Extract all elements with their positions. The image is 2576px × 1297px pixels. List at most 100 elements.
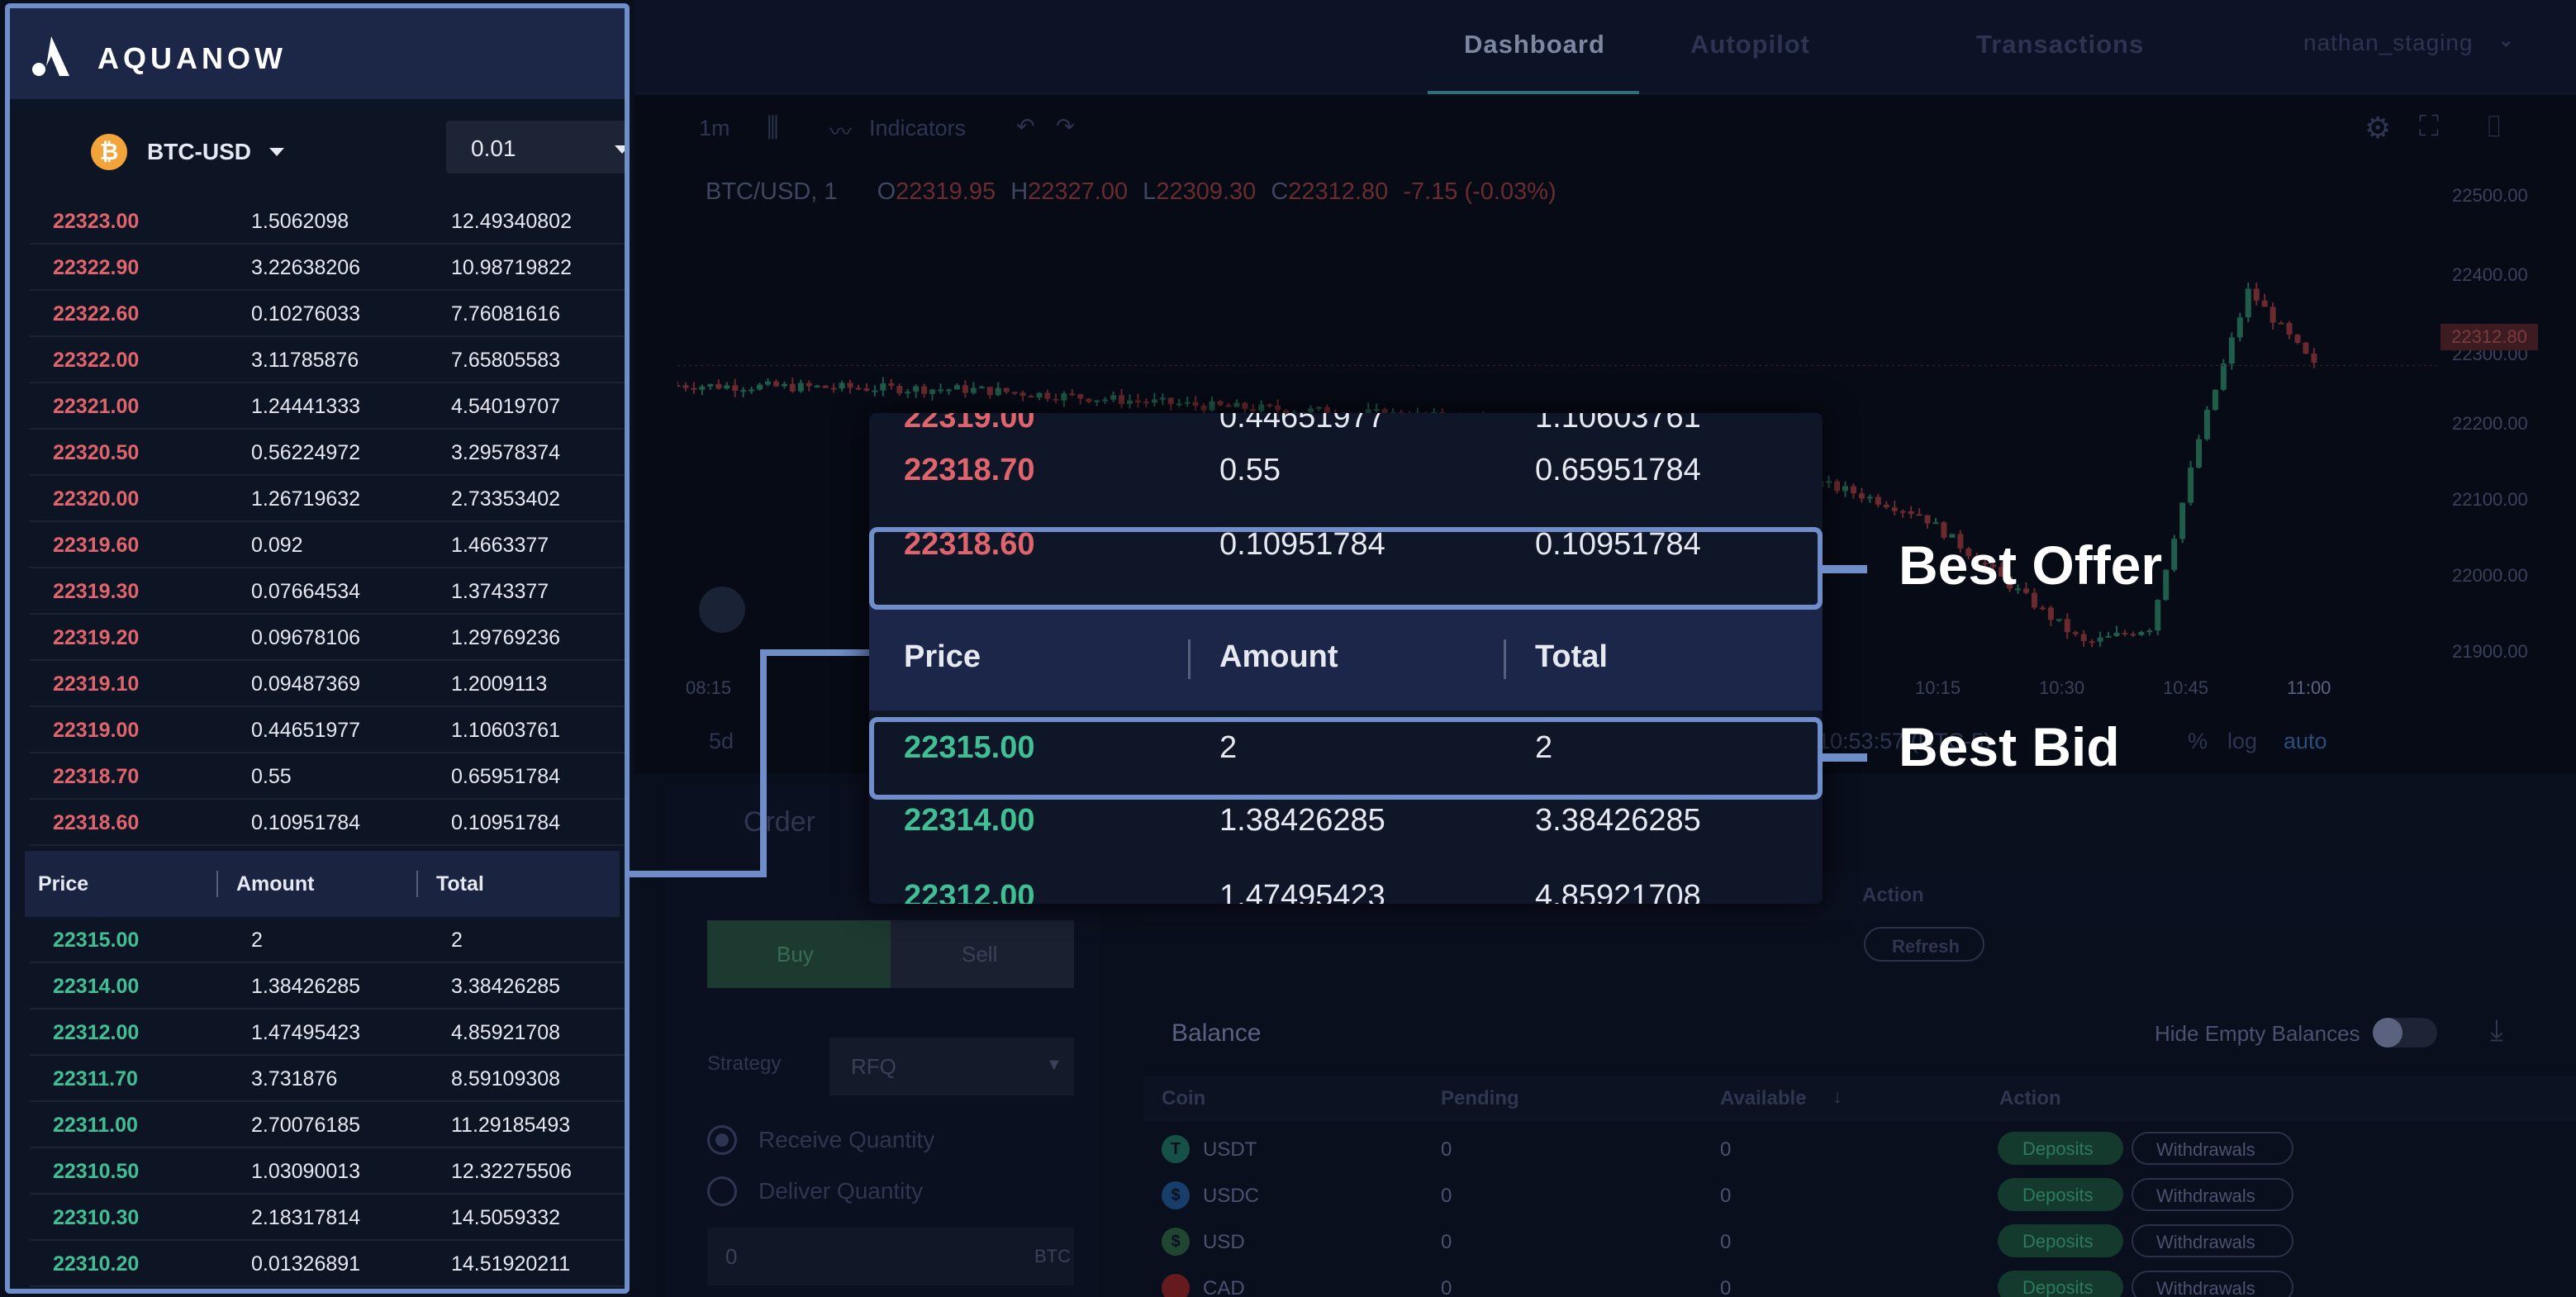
last-price-tag: 22312.80 xyxy=(2441,324,2538,350)
hide-empty-toggle[interactable] xyxy=(2373,1018,2437,1048)
deposits-button[interactable]: Deposits xyxy=(1998,1132,2123,1165)
amount-cell: 1.26719632 xyxy=(251,487,361,511)
tab-autopilot[interactable]: Autopilot xyxy=(1690,30,1810,59)
bid-row[interactable]: 22314.00 1.38426285 3.38426285 xyxy=(30,963,625,1010)
candle-body xyxy=(715,383,722,389)
amount-cell: 0.01326891 xyxy=(251,1252,361,1276)
deposits-button[interactable]: Deposits xyxy=(1998,1178,2123,1211)
balance-row: T USDT 0 0 Deposits Withdrawals xyxy=(1143,1125,2576,1171)
bid-row[interactable]: 22311.70 3.731876 8.59109308 xyxy=(30,1056,625,1102)
candle-body xyxy=(2056,619,2062,621)
bid-row[interactable]: 22310.20 0.01326891 14.51920211 xyxy=(30,1241,625,1287)
size-value: 0.01 xyxy=(471,135,516,161)
download-icon[interactable]: ⤓ xyxy=(2490,1013,2503,1048)
ask-row[interactable]: 22319.60 0.092 1.4663377 xyxy=(30,522,625,568)
percent-toggle[interactable]: % xyxy=(2188,729,2208,754)
ask-row[interactable]: 22322.00 3.11785876 7.65805583 xyxy=(30,337,625,383)
candle-body xyxy=(1916,514,1922,516)
range-5d[interactable]: 5d xyxy=(709,729,734,754)
coin-name: USDT xyxy=(1203,1138,1257,1161)
total-cell: 4.85921708 xyxy=(451,1021,561,1044)
bid-row[interactable]: 22311.00 2.70076185 11.29185493 xyxy=(30,1102,625,1148)
candle-body xyxy=(913,386,920,392)
candle-body xyxy=(757,384,763,390)
candle-body xyxy=(2203,410,2210,439)
available-value: 0 xyxy=(1720,1185,1732,1207)
total-cell: 4.85921708 xyxy=(1535,879,1701,904)
zoom-column-header: Price Amount Total xyxy=(869,605,1823,710)
bid-row[interactable]: 22315.00 2 2 xyxy=(30,917,625,963)
redo-icon[interactable]: ↷ xyxy=(1056,114,1075,140)
ask-row[interactable]: 22320.50 0.56224972 3.29578374 xyxy=(30,430,625,476)
candle-body xyxy=(2294,335,2301,343)
price-cell: 22310.50 xyxy=(53,1160,140,1183)
price-cell: 22312.00 xyxy=(904,879,1035,904)
auto-toggle[interactable]: auto xyxy=(2284,729,2327,754)
bid-row[interactable]: 22312.00 1.47495423 4.85921708 xyxy=(30,1010,625,1056)
ask-row[interactable]: 22319.00 0.44651977 1.10603761 xyxy=(30,707,625,753)
candle-body xyxy=(1003,387,1010,392)
withdrawals-button[interactable]: Withdrawals xyxy=(2132,1224,2293,1257)
indicators-button[interactable]: Indicators xyxy=(869,116,966,141)
candle-body xyxy=(806,382,812,387)
amount-input[interactable]: 0 BTC xyxy=(707,1228,1074,1285)
x-tick: 08:15 xyxy=(686,677,732,698)
ask-row[interactable]: 22319.30 0.07664534 1.3743377 xyxy=(30,568,625,615)
candle-body xyxy=(1267,404,1273,406)
withdrawals-button[interactable]: Withdrawals xyxy=(2132,1271,2293,1297)
pair-label: BTC-USD xyxy=(147,139,251,164)
candle-body xyxy=(880,383,886,391)
ask-row[interactable]: 22320.00 1.26719632 2.73353402 xyxy=(30,476,625,522)
price-cell: 22318.70 xyxy=(53,765,140,788)
withdrawals-button[interactable]: Withdrawals xyxy=(2132,1132,2293,1165)
total-cell: 1.29769236 xyxy=(451,626,561,649)
ask-row[interactable]: 22318.60 0.10951784 0.10951784 xyxy=(30,800,625,846)
y-tick: 22500.00 xyxy=(2452,185,2528,206)
buy-button[interactable]: Buy xyxy=(707,920,891,988)
refresh-button[interactable]: Refresh xyxy=(1864,927,1984,962)
ask-row[interactable]: 22322.60 0.10276033 7.76081616 xyxy=(30,291,625,337)
camera-icon[interactable]: ⌷ xyxy=(2485,109,2503,145)
candle-body xyxy=(691,387,697,390)
log-toggle[interactable]: log xyxy=(2227,729,2257,754)
chevron-down-icon[interactable]: ⌄ xyxy=(2498,30,2514,51)
gear-icon[interactable]: ⚙ xyxy=(2365,111,2391,145)
fullscreen-icon[interactable]: ⛶ xyxy=(2419,111,2439,143)
ask-row[interactable]: 22319.20 0.09678106 1.29769236 xyxy=(30,615,625,661)
total-cell: 3.38426285 xyxy=(1535,803,1701,838)
user-menu[interactable]: nathan_staging xyxy=(2303,30,2474,56)
total-cell: 7.76081616 xyxy=(451,302,561,325)
ask-row[interactable]: 22318.70 0.55 0.65951784 xyxy=(30,753,625,800)
pair-selector[interactable]: ₿ BTC-USD xyxy=(91,132,284,172)
amount-cell: 1.03090013 xyxy=(251,1160,361,1183)
withdrawals-button[interactable]: Withdrawals xyxy=(2132,1178,2293,1211)
size-select[interactable]: 0.01 xyxy=(446,121,625,173)
sell-button[interactable]: Sell xyxy=(891,920,1074,988)
x-tick: 10:45 xyxy=(2163,677,2209,698)
candle-body xyxy=(1069,393,1076,396)
sort-arrow-icon[interactable]: ↓ xyxy=(1832,1086,1842,1109)
deliver-radio[interactable] xyxy=(707,1176,737,1206)
ask-row[interactable]: 22321.00 1.24441333 4.54019707 xyxy=(30,383,625,430)
bid-row[interactable]: 22310.30 2.18317814 14.5059332 xyxy=(30,1195,625,1241)
deposits-button[interactable]: Deposits xyxy=(1998,1271,2123,1297)
candle-body xyxy=(2245,288,2251,318)
total-cell: 2.73353402 xyxy=(451,487,561,511)
tab-transactions[interactable]: Transactions xyxy=(1976,30,2144,59)
amount-cell: 0.07664534 xyxy=(251,580,361,603)
ask-row[interactable]: 22323.00 1.5062098 12.49340802 xyxy=(30,198,625,245)
ask-row[interactable]: 22322.90 3.22638206 10.98719822 xyxy=(30,245,625,291)
bid-row[interactable]: 22310.50 1.03090013 12.32275506 xyxy=(30,1148,625,1195)
interval-selector[interactable]: 1m xyxy=(699,116,730,141)
deposits-button[interactable]: Deposits xyxy=(1998,1224,2123,1257)
order-tab[interactable]: Order xyxy=(744,806,815,839)
candle-body xyxy=(2163,569,2170,601)
undo-icon[interactable]: ↶ xyxy=(1016,114,1035,140)
indicators-icon[interactable]: 〰 xyxy=(829,114,852,146)
strategy-select[interactable]: RFQ ▼ xyxy=(829,1038,1074,1095)
receive-radio[interactable] xyxy=(707,1125,737,1155)
pending-value: 0 xyxy=(1441,1277,1452,1297)
tab-dashboard[interactable]: Dashboard xyxy=(1464,30,1605,59)
candle-type-icon[interactable]: ⫼ xyxy=(767,112,779,144)
ask-row[interactable]: 22319.10 0.09487369 1.2009113 xyxy=(30,661,625,707)
